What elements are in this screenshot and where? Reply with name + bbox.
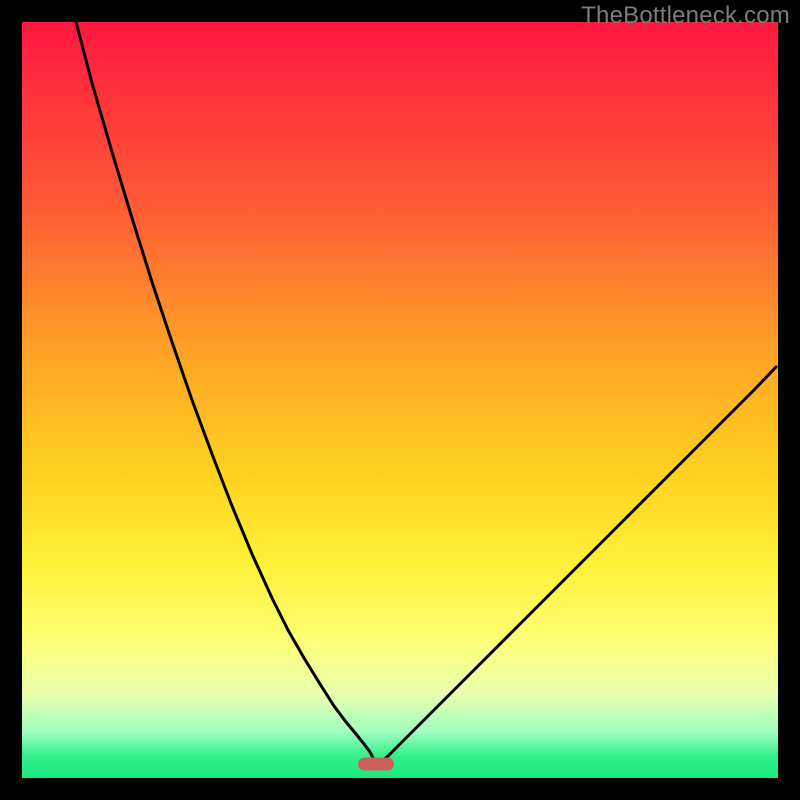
watermark-text: TheBottleneck.com (581, 2, 790, 30)
optimum-marker (358, 758, 394, 771)
bottleneck-curve (22, 22, 778, 778)
gradient-plot-area (22, 22, 778, 778)
